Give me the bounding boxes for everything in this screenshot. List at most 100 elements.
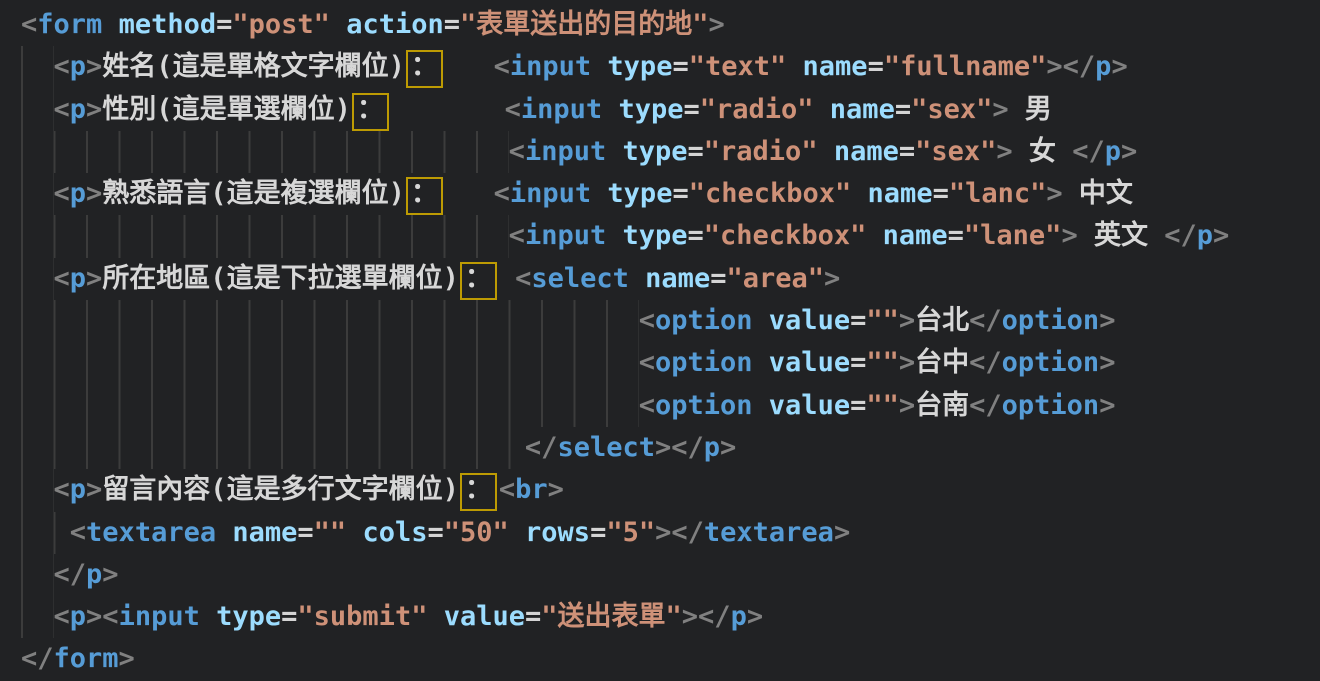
code-editor[interactable]: <form method="post" action="表單送出的目的地"> <… [0,0,1320,681]
code-token-plain-text [606,136,622,167]
code-token-punctuation-bracket: </ [21,643,54,674]
code-token-equals-sign: = [297,517,313,548]
code-token-plain-text [866,220,882,251]
indent-guides [21,554,54,596]
code-token-punctuation-bracket: > [1046,178,1062,209]
code-token-attribute-name: cols [362,517,427,548]
code-token-punctuation-bracket: < [509,136,525,167]
code-token-equals-sign: = [281,601,297,632]
code-token-string-value: "lane" [964,220,1062,251]
code-token-tag-name: p [704,432,720,463]
code-token-equals-sign: = [688,220,704,251]
code-token-punctuation-bracket: > [1111,51,1127,82]
code-line-2[interactable]: <p>姓名(這是單格文字欄位)： <input type="text" name… [21,46,1320,88]
code-token-string-value: "表單送出的目的地" [460,9,709,40]
code-token-punctuation-bracket: > [86,94,102,125]
indent-guides [21,385,639,427]
code-token-equals-sign: = [683,94,699,125]
code-token-plain-text [753,390,769,421]
code-line-8[interactable]: <option value="">台北</option> [21,300,1320,342]
indent-guides [21,131,509,173]
code-token-punctuation-bracket: > [720,432,736,463]
code-token-punctuation-bracket: < [54,474,70,505]
code-token-attribute-name: name [803,51,868,82]
code-token-plain-text: 台南 [915,390,969,421]
code-token-tag-name: option [1002,347,1100,378]
code-token-attribute-name: name [232,517,297,548]
code-line-3[interactable]: <p>性別(這是單選欄位)： <input type="radio" name=… [21,89,1320,131]
code-token-equals-sign: = [850,305,866,336]
code-token-string-value: "fullname" [884,51,1047,82]
code-token-tag-name: br [515,474,548,505]
code-token-plain-text: 女 [1013,136,1073,167]
code-token-attribute-name: name [883,220,948,251]
unicode-highlight-colon-box: ： [460,262,497,300]
code-token-string-value: "lanc" [949,178,1047,209]
code-token-plain-text [499,263,515,294]
code-token-equals-sign: = [868,51,884,82]
code-token-string-value: "" [866,347,899,378]
code-token-string-value: "radio" [700,94,814,125]
indent-guides [21,596,54,638]
code-token-equals-sign: = [590,517,606,548]
code-token-equals-sign: = [216,9,232,40]
code-line-12[interactable]: <p>留言內容(這是多行文字欄位)：<br> [21,469,1320,511]
code-token-equals-sign: = [850,347,866,378]
code-token-punctuation-bracket: ></ [682,601,731,632]
code-token-plain-text [753,347,769,378]
code-token-string-value: "送出表單" [541,601,682,632]
code-token-tag-name: option [655,347,753,378]
code-token-punctuation-bracket: > [992,94,1008,125]
code-line-13[interactable]: <textarea name="" cols="50" rows="5"></t… [21,512,1320,554]
code-token-punctuation-bracket: </ [1164,220,1197,251]
indent-guides [21,46,54,88]
code-token-plain-text [216,517,232,548]
code-line-15[interactable]: <p><input type="submit" value="送出表單"></p… [21,596,1320,638]
code-token-punctuation-bracket: > [1099,390,1115,421]
code-token-plain-text: 中文 [1063,178,1133,209]
code-token-punctuation-bracket: < [494,178,510,209]
code-token-plain-text [391,94,505,125]
code-token-tag-name: input [525,136,606,167]
code-token-tag-name: p [1197,220,1213,251]
code-token-equals-sign: = [899,136,915,167]
code-token-plain-text [102,9,118,40]
code-token-tag-name: select [557,432,655,463]
code-token-plain-text [814,94,830,125]
code-token-plain-text [629,263,645,294]
code-token-attribute-name: rows [525,517,590,548]
code-token-punctuation-bracket: </ [969,390,1002,421]
code-line-9[interactable]: <option value="">台中</option> [21,342,1320,384]
code-line-7[interactable]: <p>所在地區(這是下拉選單欄位)： <select name="area"> [21,258,1320,300]
code-token-plain-text [591,178,607,209]
code-line-11[interactable]: </select></p> [21,427,1320,469]
code-token-tag-name: p [1095,51,1111,82]
code-token-punctuation-bracket: </ [969,347,1002,378]
code-token-plain-text: 性別(這是單選欄位) [102,94,351,125]
code-token-tag-name: p [1105,136,1121,167]
code-token-plain-text: 台北 [915,305,969,336]
code-line-4[interactable]: <input type="radio" name="sex"> 女 </p> [21,131,1320,173]
code-token-punctuation-bracket: > [824,263,840,294]
indent-guides [21,215,509,257]
indent-guides [21,512,70,554]
code-line-1[interactable]: <form method="post" action="表單送出的目的地"> [21,4,1320,46]
code-token-tag-name: p [70,474,86,505]
code-token-equals-sign: = [672,51,688,82]
code-line-14[interactable]: </p> [21,554,1320,596]
code-line-6[interactable]: <input type="checkbox" name="lane"> 英文 <… [21,215,1320,257]
code-line-16[interactable]: </form> [21,638,1320,680]
code-token-punctuation-bracket: > [548,474,564,505]
code-token-plain-text: 姓名(這是單格文字欄位) [102,51,405,82]
code-token-tag-name: input [119,601,200,632]
code-token-punctuation-bracket: > [86,178,102,209]
code-token-punctuation-bracket: </ [525,432,558,463]
code-token-equals-sign: = [948,220,964,251]
code-token-punctuation-bracket: > [899,305,915,336]
code-token-punctuation-bracket: < [494,51,510,82]
code-token-attribute-name: type [618,94,683,125]
code-line-5[interactable]: <p>熟悉語言(這是複選欄位)： <input type="checkbox" … [21,173,1320,215]
code-token-attribute-name: action [346,9,444,40]
code-line-10[interactable]: <option value="">台南</option> [21,385,1320,427]
code-token-plain-text [509,517,525,548]
